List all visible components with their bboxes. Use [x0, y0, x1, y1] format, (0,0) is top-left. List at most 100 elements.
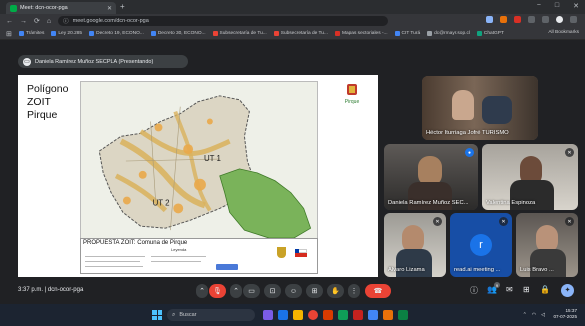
meet-control-bar: 3:37 p.m. | dcn-ocor-pga ⌃ 🎙 ⌃ ▭ ⊡ ☺ ⊞ ✋… — [0, 280, 585, 304]
extension-icon[interactable] — [486, 16, 493, 23]
bookmark-item[interactable]: ChatGPT — [476, 31, 504, 36]
slide-logo-text: Pirque — [345, 99, 360, 105]
audio-options-icon[interactable]: ⌃ — [196, 284, 208, 298]
legend-row — [151, 261, 201, 262]
activities-icon[interactable]: ⊞ — [523, 285, 530, 294]
bookmark-label: Trámites — [25, 31, 45, 36]
meeting-tools-icon[interactable]: ✦ — [561, 284, 574, 297]
back-icon[interactable]: ← — [6, 18, 13, 25]
new-tab-button[interactable]: + — [120, 3, 125, 11]
url-omnibox[interactable]: ⓘ meet.google.com/dcn-ocor-pga — [58, 16, 389, 26]
meeting-info: 3:37 p.m. | dcn-ocor-pga — [18, 287, 83, 293]
bookmark-item[interactable]: Subsecretaría de Tu... — [212, 31, 267, 36]
participant-tile[interactable]: r ✕ read.ai meeting ... — [450, 213, 512, 277]
chat-icon[interactable]: ✉ — [506, 285, 513, 294]
bookmark-item[interactable]: Mapas sectoriales -... — [334, 31, 388, 36]
menu-icon[interactable] — [570, 16, 577, 23]
app-icon[interactable] — [383, 310, 393, 320]
more-options-icon[interactable]: ⋮ — [348, 284, 360, 298]
chrome-icon[interactable] — [308, 310, 318, 320]
close-window-button[interactable]: ✕ — [573, 2, 579, 10]
bookmark-icon — [18, 31, 24, 36]
participant-name: Daniela Ramírez Muñoz SEC... — [388, 200, 469, 206]
extension-icon[interactable] — [528, 16, 535, 23]
extension-icon[interactable] — [500, 16, 507, 23]
bookmark-icon — [51, 31, 57, 36]
chile-flag-icon — [295, 249, 307, 257]
profile-avatar-icon[interactable] — [556, 16, 563, 23]
bookmark-icon — [212, 31, 218, 36]
legend-title: PROPUESTA ZOIT: Comuna de Pirque — [83, 240, 188, 246]
bookmark-item[interactable]: Decreto 30, ECONO... — [150, 31, 206, 36]
host-controls-icon[interactable]: 🔒 — [540, 285, 550, 294]
participant-tile[interactable]: Héctor Iturriaga Jofré TURISMO — [422, 76, 538, 140]
slide-title: Polígono ZOIT Pirque — [27, 83, 69, 121]
app-icon[interactable] — [398, 310, 408, 320]
bookmark-item[interactable]: CIT Turá — [394, 31, 420, 36]
presenter-label: Daniela Ramírez Muñoz SECPLA (Presentand… — [35, 58, 154, 65]
mic-toggle-button[interactable]: 🎙 — [209, 284, 226, 298]
bookmark-label: Ley 20.285 — [58, 31, 83, 36]
wifi-icon[interactable]: ◠ — [532, 312, 536, 318]
maximize-button[interactable]: □ — [555, 2, 559, 10]
tab-close-icon[interactable]: ✕ — [107, 5, 112, 12]
participant-tile[interactable]: ✕ Valentina Espinoza — [482, 144, 578, 210]
present-button[interactable]: ⊞ — [306, 284, 323, 298]
raise-hand-button[interactable]: ✋ — [327, 284, 344, 298]
volume-icon[interactable]: ◁ — [541, 312, 545, 318]
reload-icon[interactable]: ⟳ — [34, 17, 40, 25]
minimize-button[interactable]: − — [537, 2, 541, 10]
meeting-code: dcn-ocor-pga — [47, 287, 84, 293]
app-icon[interactable] — [323, 310, 333, 320]
video-options-icon[interactable]: ⌃ — [230, 284, 242, 298]
file-explorer-icon[interactable] — [293, 310, 303, 320]
emoji-button[interactable]: ☺ — [285, 284, 302, 298]
meeting-details-icon[interactable]: ⓘ — [470, 285, 478, 296]
bookmark-item[interactable]: Ley 20.285 — [51, 31, 82, 36]
system-clock[interactable]: 15:37 07-07-2025 — [554, 308, 578, 320]
bookmark-icon — [150, 31, 156, 36]
participant-avatar: r — [470, 234, 492, 256]
start-menu-icon[interactable] — [152, 310, 162, 320]
taskbar-search[interactable]: ⌕ Buscar — [167, 309, 255, 321]
site-info-icon[interactable]: ⓘ — [63, 17, 69, 25]
legend-row — [151, 256, 206, 257]
participant-tile[interactable]: ● Daniela Ramírez Muñoz SEC... — [384, 144, 478, 210]
legend-row — [85, 266, 143, 267]
app-icon[interactable] — [368, 310, 378, 320]
bookmark-label: Decreto 30, ECONO... — [157, 31, 206, 36]
end-call-button[interactable]: ☎ — [365, 284, 391, 298]
captions-button[interactable]: ⊡ — [264, 284, 281, 298]
extension-icon[interactable] — [514, 16, 521, 23]
app-icon[interactable] — [338, 310, 348, 320]
legend-tag — [216, 264, 238, 270]
bookmark-item[interactable]: Trámites — [18, 31, 45, 36]
presenting-icon: ▭ — [23, 57, 31, 66]
app-icon[interactable] — [353, 310, 363, 320]
bookmark-icon — [273, 31, 279, 36]
browser-tab[interactable]: Meet: dcn-ocor-pga ✕ — [6, 2, 116, 14]
bookmark-item[interactable]: Decreto 19, ECONO... — [89, 31, 144, 36]
all-bookmarks-button[interactable]: All Bookmarks — [548, 30, 579, 35]
legend-row — [85, 256, 145, 257]
bookmark-item[interactable]: Subsecretaría de Tu... — [273, 31, 328, 36]
extension-icon[interactable] — [542, 16, 549, 23]
participant-tile[interactable]: ✕ Luis Bravo ... — [516, 213, 578, 277]
bookmark-item[interactable]: dc@rmayr.sop.cl — [427, 31, 470, 36]
windows-taskbar: ⌕ Buscar ⌃ ◠ ◁ 15:37 07-07-2025 — [0, 304, 585, 326]
meeting-time: 3:37 p.m. — [18, 287, 44, 293]
participant-tile[interactable]: ✕ Alvaro Lizama — [384, 213, 446, 277]
bookmark-label: Decreto 19, ECONO... — [96, 31, 144, 36]
chevron-up-icon[interactable]: ⌃ — [523, 312, 527, 318]
home-icon[interactable]: ⌂ — [47, 18, 51, 25]
task-view-icon[interactable] — [263, 310, 273, 320]
mic-off-icon: ✕ — [433, 217, 442, 226]
search-icon: ⌕ — [172, 311, 176, 318]
forward-icon[interactable]: → — [20, 18, 27, 25]
camera-toggle-button[interactable]: ▭ — [243, 284, 260, 298]
apps-grid-icon[interactable]: ⊞ — [6, 30, 12, 38]
participant-name: read.ai meeting ... — [454, 267, 501, 273]
bookmarks-bar: ⊞ Trámites Ley 20.285 Decreto 19, ECONO.… — [0, 28, 585, 40]
people-button[interactable]: 👥 9 — [487, 282, 500, 294]
app-icon[interactable] — [278, 310, 288, 320]
